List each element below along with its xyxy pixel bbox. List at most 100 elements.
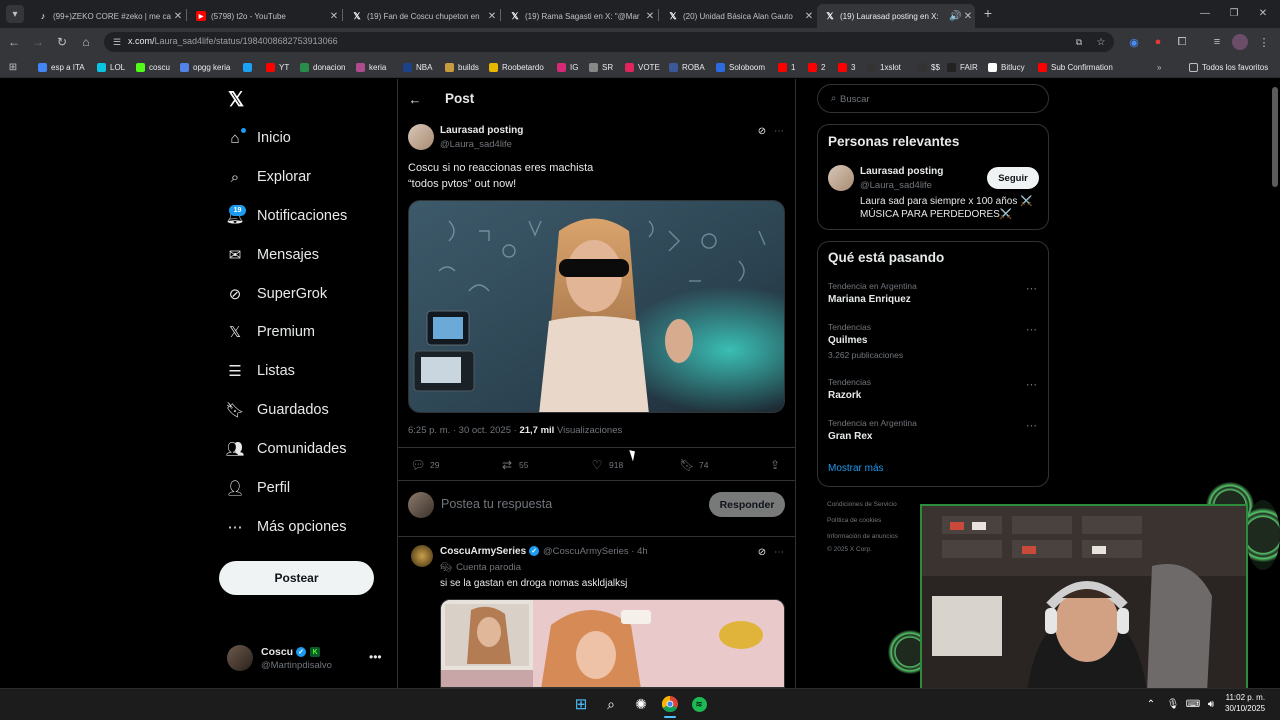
footer-link[interactable]: Condiciones de Servicio (827, 501, 897, 508)
bookmark-item[interactable]: Roobetardo (489, 60, 544, 74)
bookmark-item[interactable]: esp a ITA (38, 60, 85, 74)
follow-button[interactable]: Seguir (987, 167, 1039, 189)
search-input[interactable] (840, 90, 1040, 108)
app-icon[interactable]: ✺ (630, 693, 652, 715)
reply-button[interactable]: Responder (709, 492, 785, 517)
extensions-puzzle-icon[interactable]: ⧠ (1174, 34, 1190, 50)
nav-item-premium[interactable]: 𝕏 Premium (226, 320, 315, 344)
bookmark-item[interactable]: keria (356, 60, 386, 74)
bookmark-item[interactable]: 3 (838, 60, 855, 74)
like-action[interactable]: ♡ 918 (590, 458, 624, 472)
footer-link[interactable]: Información de anuncios (827, 533, 898, 540)
author-name[interactable]: Laurasad posting (440, 125, 523, 136)
x-logo-icon[interactable]: 𝕏 (226, 89, 246, 111)
search-icon[interactable]: ⌕ (600, 693, 622, 715)
trend-name[interactable]: Gran Rex (828, 431, 872, 442)
bookmark-item[interactable]: FAIR (947, 60, 978, 74)
tab-5[interactable]: 𝕏 (20) Unidad Básica Alan Gauto ✕ (660, 4, 816, 28)
reply-action[interactable]: 💬︎ 29 (410, 458, 439, 472)
grok-icon[interactable]: ⊘ (756, 125, 768, 137)
nav-item-inicio[interactable]: ⌂ Inicio (226, 126, 291, 150)
reply-author-handle[interactable]: @CoscuArmySeries · 4h (543, 546, 648, 557)
relevant-handle[interactable]: @Laura_sad4life (860, 180, 932, 191)
bookmark-item[interactable]: LOL (97, 60, 125, 74)
tab-2[interactable]: ▶ (5798) t2o - YouTube ✕ (188, 4, 341, 28)
reply-more-icon[interactable]: ⋯ (773, 546, 785, 558)
share-action[interactable]: ⇪ (768, 458, 787, 472)
reply-input[interactable]: Postea tu respuesta (441, 497, 552, 511)
bookmark-item[interactable]: coscu (136, 60, 170, 74)
trend-more-icon[interactable]: ⋯ (1026, 323, 1037, 336)
trend-name[interactable]: Quilmes (828, 335, 867, 346)
site-info-icon[interactable]: ☰ (110, 35, 124, 49)
spotify-icon[interactable]: ≋ (688, 693, 710, 715)
bookmark-item[interactable]: Soloboom (716, 60, 765, 74)
chrome-menu-icon[interactable]: ⋮ (1256, 34, 1272, 50)
network-icon[interactable]: ⌨ (1186, 697, 1200, 711)
tab-search-icon[interactable]: ▾ (6, 5, 24, 23)
post-more-icon[interactable]: ⋯ (773, 125, 785, 137)
account-avatar[interactable] (227, 645, 253, 671)
bookmark-item[interactable]: Bitlucy (988, 60, 1025, 74)
windows-start-icon[interactable]: ⊞ (570, 693, 592, 715)
bookmark-item[interactable]: 1xslot (867, 60, 901, 74)
back-arrow-icon[interactable]: ← (406, 90, 424, 108)
close-icon[interactable]: ✕ (327, 11, 341, 22)
relevant-name[interactable]: Laurasad posting (860, 166, 943, 177)
author-avatar[interactable] (408, 124, 434, 150)
bookmark-item[interactable]: Sub Confirmation (1038, 60, 1113, 74)
speaker-icon[interactable]: 🔊 (949, 11, 961, 22)
bookmark-item[interactable]: opgg keria (180, 60, 230, 74)
post-button[interactable]: Postear (219, 561, 374, 595)
apps-grid-icon[interactable]: ⊞ (7, 60, 19, 74)
post-timestamp[interactable]: 6:25 p. m. · 30 oct. 2025 · (408, 425, 517, 436)
grok-icon[interactable]: ⊘ (756, 546, 768, 558)
nav-item-comunidades[interactable]: 👥︎ Comunidades (225, 437, 346, 461)
bookmark-item[interactable]: NBA (403, 60, 432, 74)
trend-name[interactable]: Mariana Enriquez (828, 294, 911, 305)
close-icon[interactable]: ✕ (485, 11, 499, 22)
trend-more-icon[interactable]: ⋯ (1026, 282, 1037, 295)
reply-author-avatar[interactable] (411, 545, 433, 567)
minimize-button[interactable]: — (1194, 4, 1216, 22)
bookmark-item[interactable]: 1 (778, 60, 795, 74)
close-window-button[interactable]: ✕ (1252, 4, 1274, 22)
bookmark-action[interactable]: 🔖︎ 74 (679, 458, 708, 472)
tab-3[interactable]: 𝕏 (19) Fan de Coscu chupeton en ✕ (344, 4, 499, 28)
repost-action[interactable]: ⇄ 55 (500, 458, 529, 472)
home-icon[interactable]: ⌂ (78, 34, 94, 50)
bookmark-item[interactable]: IG (557, 60, 578, 74)
nav-item-listas[interactable]: ☰ Listas (226, 359, 295, 383)
nav-item-mas-opciones[interactable]: ⋯ Más opciones (226, 515, 347, 539)
reply-media[interactable] (440, 599, 785, 688)
chrome-icon[interactable] (659, 693, 681, 715)
nav-item-explorar[interactable]: ⌕ Explorar (226, 165, 311, 189)
restore-button[interactable]: ❐ (1223, 4, 1245, 22)
post-video[interactable] (408, 200, 785, 413)
profile-avatar-icon[interactable] (1232, 34, 1248, 50)
bookmark-item[interactable]: ROBA (669, 60, 705, 74)
tab-1[interactable]: ♪ (99+)ZEKO CORE #zeko | me ca ✕ (30, 4, 185, 28)
more-bookmarks-icon[interactable]: » (1157, 60, 1161, 74)
tab-4[interactable]: 𝕏 (19) Rama Sagasti en X: "@Mar ✕ (502, 4, 657, 28)
install-app-icon[interactable]: ⧉ (1072, 35, 1086, 49)
volume-icon[interactable]: 🔊︎ (1204, 697, 1218, 711)
trend-more-icon[interactable]: ⋯ (1026, 378, 1037, 391)
bookmark-item[interactable] (243, 60, 256, 74)
show-more-link[interactable]: Mostrar más (828, 463, 884, 474)
reload-icon[interactable]: ↻ (54, 34, 70, 50)
scrollbar-thumb[interactable] (1272, 87, 1278, 187)
bookmark-item[interactable]: builds (445, 60, 479, 74)
close-icon[interactable]: ✕ (802, 11, 816, 22)
close-icon[interactable]: ✕ (171, 11, 185, 22)
bookmark-item[interactable]: 2 (808, 60, 825, 74)
page-scrollbar[interactable] (1270, 79, 1280, 688)
forward-icon[interactable]: → (30, 34, 46, 50)
nav-item-supergrok[interactable]: ⊘ SuperGrok (226, 282, 327, 306)
account-name[interactable]: Coscu ✓ K (261, 646, 321, 658)
bookmark-item[interactable]: $$ (918, 60, 940, 74)
tab-6-active[interactable]: 𝕏 (19) Laurasad posting en X: 🔊 ✕ (817, 4, 975, 28)
all-favorites-folder[interactable]: Todos los favoritos (1189, 60, 1268, 74)
back-icon[interactable]: ← (6, 34, 22, 50)
trend-name[interactable]: Razork (828, 390, 861, 401)
